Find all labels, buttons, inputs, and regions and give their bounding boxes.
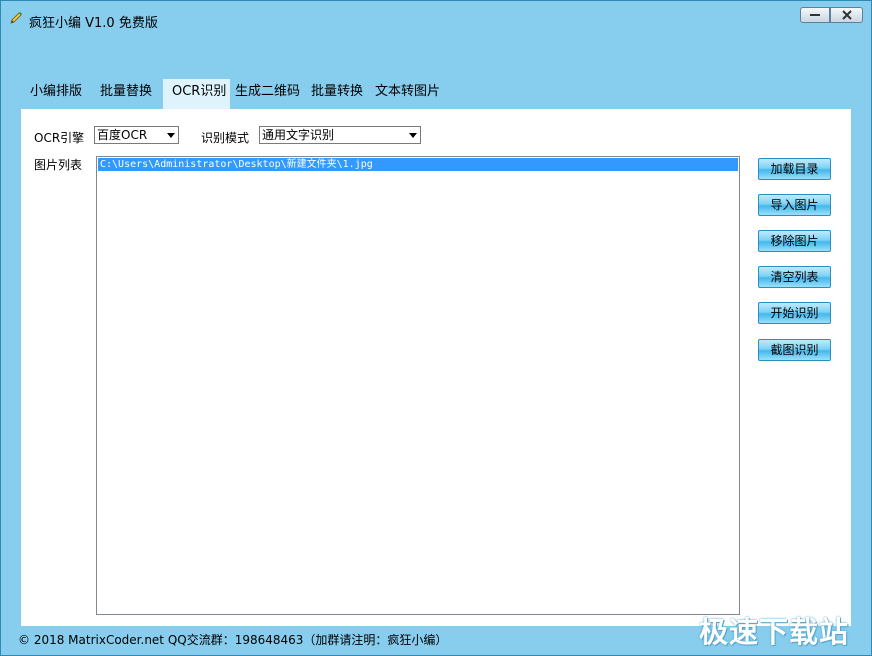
screenshot-recognition-button[interactable]: 截图识别 xyxy=(758,339,831,361)
ocr-engine-value: 百度OCR xyxy=(97,128,148,142)
start-recognition-button[interactable]: 开始识别 xyxy=(758,302,831,324)
window-title: 疯狂小编 V1.0 免费版 xyxy=(29,16,158,31)
tab-text-to-image[interactable]: 文本转图片 xyxy=(366,79,449,109)
watermark-logo: 极速下载站 xyxy=(699,615,850,649)
title-bar[interactable]: 疯狂小编 V1.0 免费版 xyxy=(1,1,871,35)
ocr-engine-select[interactable]: 百度OCR xyxy=(94,126,179,144)
minimize-icon xyxy=(810,14,820,16)
app-window: 疯狂小编 V1.0 免费版 小编排版 批量替换 OCR识别 生成二维码 批量转换… xyxy=(0,0,872,656)
image-list-label: 图片列表 xyxy=(34,158,83,172)
recognition-mode-select[interactable]: 通用文字识别 xyxy=(259,126,421,144)
close-icon xyxy=(841,10,852,20)
list-item[interactable]: C:\Users\Administrator\Desktop\新建文件夹\1.j… xyxy=(98,158,738,171)
tab-qrcode[interactable]: 生成二维码 xyxy=(226,79,309,109)
tab-batch-replace[interactable]: 批量替换 xyxy=(91,79,161,109)
close-button[interactable] xyxy=(830,7,863,23)
ocr-panel: OCR引擎 百度OCR 识别模式 通用文字识别 图片列表 C:\Users\Ad… xyxy=(21,109,851,626)
clear-list-button[interactable]: 清空列表 xyxy=(758,266,831,288)
chevron-down-icon xyxy=(167,133,175,138)
status-bar-text: © 2018 MatrixCoder.net QQ交流群：198648463（加… xyxy=(18,633,448,647)
import-image-button[interactable]: 导入图片 xyxy=(758,194,831,216)
recognition-mode-value: 通用文字识别 xyxy=(262,128,335,142)
minimize-button[interactable] xyxy=(800,7,830,23)
ocr-engine-label: OCR引擎 xyxy=(34,131,85,145)
pencil-icon xyxy=(10,12,22,24)
tab-typesetting[interactable]: 小编排版 xyxy=(21,79,91,109)
chevron-down-icon xyxy=(409,133,417,138)
image-listbox[interactable]: C:\Users\Administrator\Desktop\新建文件夹\1.j… xyxy=(96,156,740,615)
recognition-mode-label: 识别模式 xyxy=(201,131,250,145)
load-directory-button[interactable]: 加载目录 xyxy=(758,158,831,180)
tab-ocr[interactable]: OCR识别 xyxy=(163,79,230,109)
tab-batch-convert[interactable]: 批量转换 xyxy=(302,79,372,109)
remove-image-button[interactable]: 移除图片 xyxy=(758,230,831,252)
